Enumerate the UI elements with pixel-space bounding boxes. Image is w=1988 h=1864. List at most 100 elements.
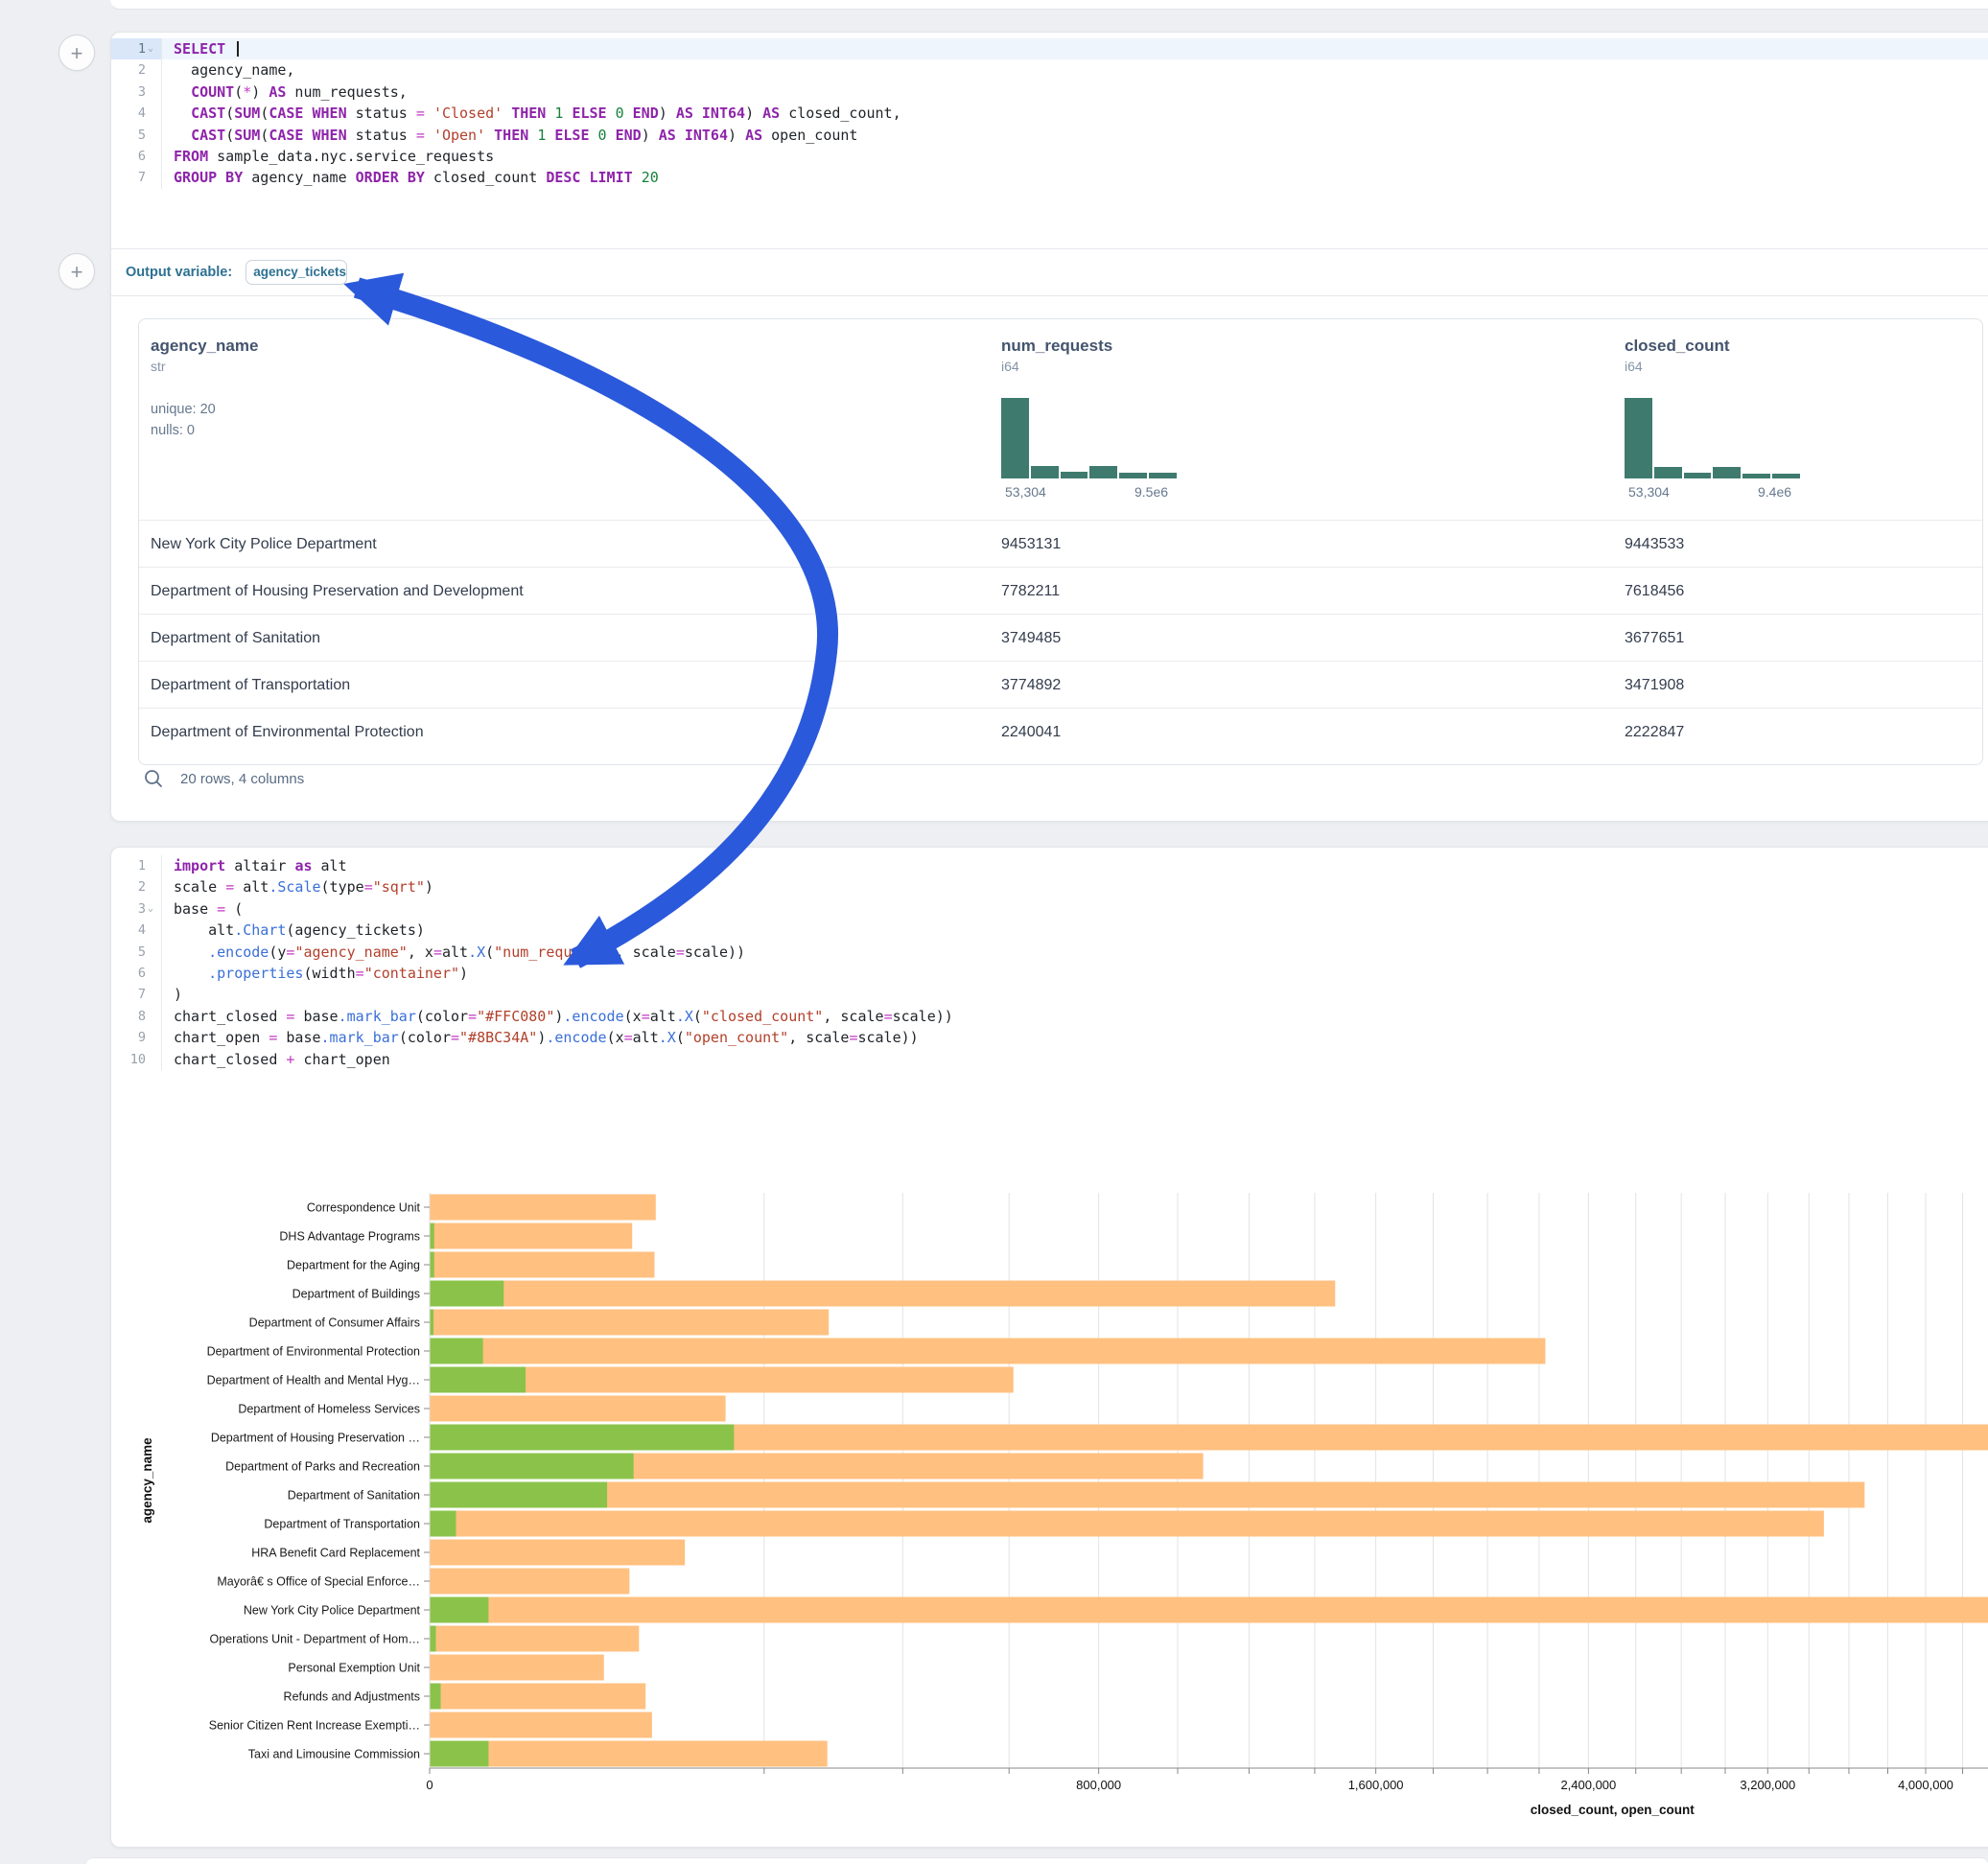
- cell-agency-name: Department of Sanitation: [151, 615, 320, 662]
- bars-closed_count: [431, 1195, 1988, 1767]
- line-number: 5: [138, 942, 146, 963]
- code-text: scale = alt.Scale(type="sqrt"): [162, 876, 433, 897]
- code-text: .properties(width="container"): [162, 963, 468, 984]
- line-number: 6: [138, 146, 146, 167]
- histogram-bar: [1654, 467, 1682, 478]
- bar-open_count: [431, 1511, 456, 1537]
- column-header-num-requests: num_requests i64 53,304 9.5e6: [1001, 319, 1577, 520]
- cell-num-requests: 3774892: [1001, 662, 1061, 709]
- histogram-bar: [1089, 466, 1117, 478]
- svg-text:1,600,000: 1,600,000: [1348, 1778, 1404, 1792]
- y-tick-label: Senior Citizen Rent Increase Exempti…: [209, 1719, 420, 1733]
- svg-text:4,000,000: 4,000,000: [1898, 1778, 1953, 1792]
- table-footer: 20 rows, 4 columns: [143, 768, 304, 789]
- histogram-bar: [1119, 473, 1147, 478]
- notebook-screen: + + 1⌄SELECT 2 agency_name,3 COUNT(*) AS…: [0, 0, 1988, 1864]
- code-text: CAST(SUM(CASE WHEN status = 'Open' THEN …: [162, 125, 857, 146]
- bar-closed_count: [431, 1252, 655, 1278]
- cell-closed-count: 7618456: [1625, 568, 1684, 615]
- code-text: chart_closed = base.mark_bar(color="#FFC…: [162, 1006, 953, 1027]
- column-name: closed_count: [1625, 319, 1983, 356]
- line-number: 1: [138, 855, 146, 876]
- fold-chevron-icon[interactable]: ⌄: [148, 898, 157, 920]
- code-line: 6 .properties(width="container"): [111, 963, 1988, 984]
- code-text: SELECT: [162, 38, 239, 59]
- code-line: 2scale = alt.Scale(type="sqrt"): [111, 876, 1988, 897]
- code-text: agency_name,: [162, 59, 294, 81]
- code-text: chart_open = base.mark_bar(color="#8BC34…: [162, 1027, 919, 1048]
- code-line: 5 CAST(SUM(CASE WHEN status = 'Open' THE…: [111, 125, 1988, 146]
- table-row: Department of Housing Preservation and D…: [139, 567, 1982, 615]
- y-tick-label: Department of Health and Mental Hyg…: [207, 1374, 420, 1387]
- python-cell-panel: 1 import altair as alt2scale = alt.Scale(…: [110, 847, 1988, 1848]
- bar-closed_count: [431, 1339, 1546, 1364]
- line-number: 3: [138, 82, 146, 103]
- line-number: 8: [138, 1006, 146, 1027]
- y-tick-label: Mayorâ€ s Office of Special Enforce…: [217, 1575, 420, 1589]
- table-row: New York City Police Department945313194…: [139, 520, 1982, 568]
- previous-cell-edge: [110, 0, 1988, 10]
- y-tick-label: DHS Advantage Programs: [279, 1230, 420, 1244]
- column-header-agency-name: agency_name str unique: 20 nulls: 0: [151, 319, 975, 520]
- bar-closed_count: [431, 1223, 633, 1249]
- line-number: 10: [130, 1049, 146, 1070]
- altair-chart: 0800,0001,600,0002,400,0003,200,0004,000…: [111, 1174, 1988, 1845]
- line-number: 3: [138, 898, 146, 920]
- histogram-bar: [1061, 472, 1088, 478]
- row-column-count: 20 rows, 4 columns: [180, 771, 304, 787]
- code-text: ): [162, 984, 182, 1005]
- bar-closed_count: [431, 1396, 726, 1422]
- hist-max-label: 9.5e6: [1134, 484, 1168, 500]
- bar-closed_count: [431, 1741, 828, 1767]
- y-tick-label: Department of Homeless Services: [238, 1403, 420, 1416]
- bar-open_count: [431, 1367, 526, 1393]
- y-tick-label: Department of Consumer Affairs: [249, 1316, 420, 1330]
- search-icon[interactable]: [143, 768, 164, 789]
- code-line: 3⌄base = (: [111, 898, 1988, 920]
- bar-closed_count: [431, 1655, 604, 1681]
- code-text: import altair as alt: [162, 855, 347, 876]
- bar-closed_count: [431, 1482, 1865, 1508]
- cell-closed-count: 3677651: [1625, 615, 1684, 662]
- svg-text:0: 0: [426, 1778, 433, 1792]
- hist-max-label: 9.4e6: [1758, 484, 1791, 500]
- code-text: CAST(SUM(CASE WHEN status = 'Closed' THE…: [162, 103, 901, 124]
- fold-chevron-icon[interactable]: ⌄: [148, 38, 157, 59]
- line-number: 4: [138, 920, 146, 941]
- code-line: 1 import altair as alt: [111, 855, 1988, 876]
- y-tick-label: Personal Exemption Unit: [288, 1662, 420, 1675]
- insert-cell-button-middle[interactable]: +: [58, 253, 95, 290]
- y-tick-label: Department of Environmental Protection: [207, 1345, 420, 1359]
- column-dtype: i64: [1001, 359, 1577, 374]
- output-variable-chip[interactable]: agency_tickets: [246, 260, 347, 285]
- column-dtype: i64: [1625, 359, 1983, 374]
- cell-closed-count: 2222847: [1625, 709, 1684, 756]
- histogram-bar: [1684, 473, 1712, 478]
- insert-cell-button-top[interactable]: +: [58, 35, 95, 71]
- code-line: 3 COUNT(*) AS num_requests,: [111, 82, 1988, 103]
- sql-code-editor[interactable]: 1⌄SELECT 2 agency_name,3 COUNT(*) AS num…: [111, 33, 1988, 254]
- line-number: 5: [138, 125, 146, 146]
- bar-open_count: [431, 1741, 489, 1767]
- cell-num-requests: 9453131: [1001, 521, 1061, 568]
- python-code-editor[interactable]: 1 import altair as alt2scale = alt.Scale(…: [111, 848, 1988, 1078]
- code-line: 9chart_open = base.mark_bar(color="#8BC3…: [111, 1027, 1988, 1048]
- y-tick-label: Department of Transportation: [264, 1518, 420, 1531]
- hist-min-label: 53,304: [1005, 484, 1046, 500]
- bar-open_count: [431, 1425, 735, 1451]
- table-row: Department of Sanitation37494853677651: [139, 614, 1982, 662]
- sql-cell-panel: 1⌄SELECT 2 agency_name,3 COUNT(*) AS num…: [110, 32, 1988, 822]
- bar-closed_count: [431, 1626, 640, 1652]
- code-text: .encode(y="agency_name", x=alt.X("num_re…: [162, 942, 745, 963]
- histogram-bar: [1031, 466, 1059, 478]
- x-axis-title: closed_count, open_count: [1531, 1803, 1696, 1817]
- y-tick-label: Department of Parks and Recreation: [225, 1460, 420, 1474]
- cell-agency-name: Department of Housing Preservation and D…: [151, 568, 524, 615]
- text-cursor: [237, 41, 239, 57]
- hist-min-label: 53,304: [1628, 484, 1670, 500]
- bar-open_count: [431, 1597, 489, 1623]
- closed-count-histogram: [1625, 398, 1800, 478]
- bar-open_count: [431, 1281, 504, 1307]
- histogram-bar: [1772, 474, 1800, 478]
- gridlines: [764, 1193, 1988, 1768]
